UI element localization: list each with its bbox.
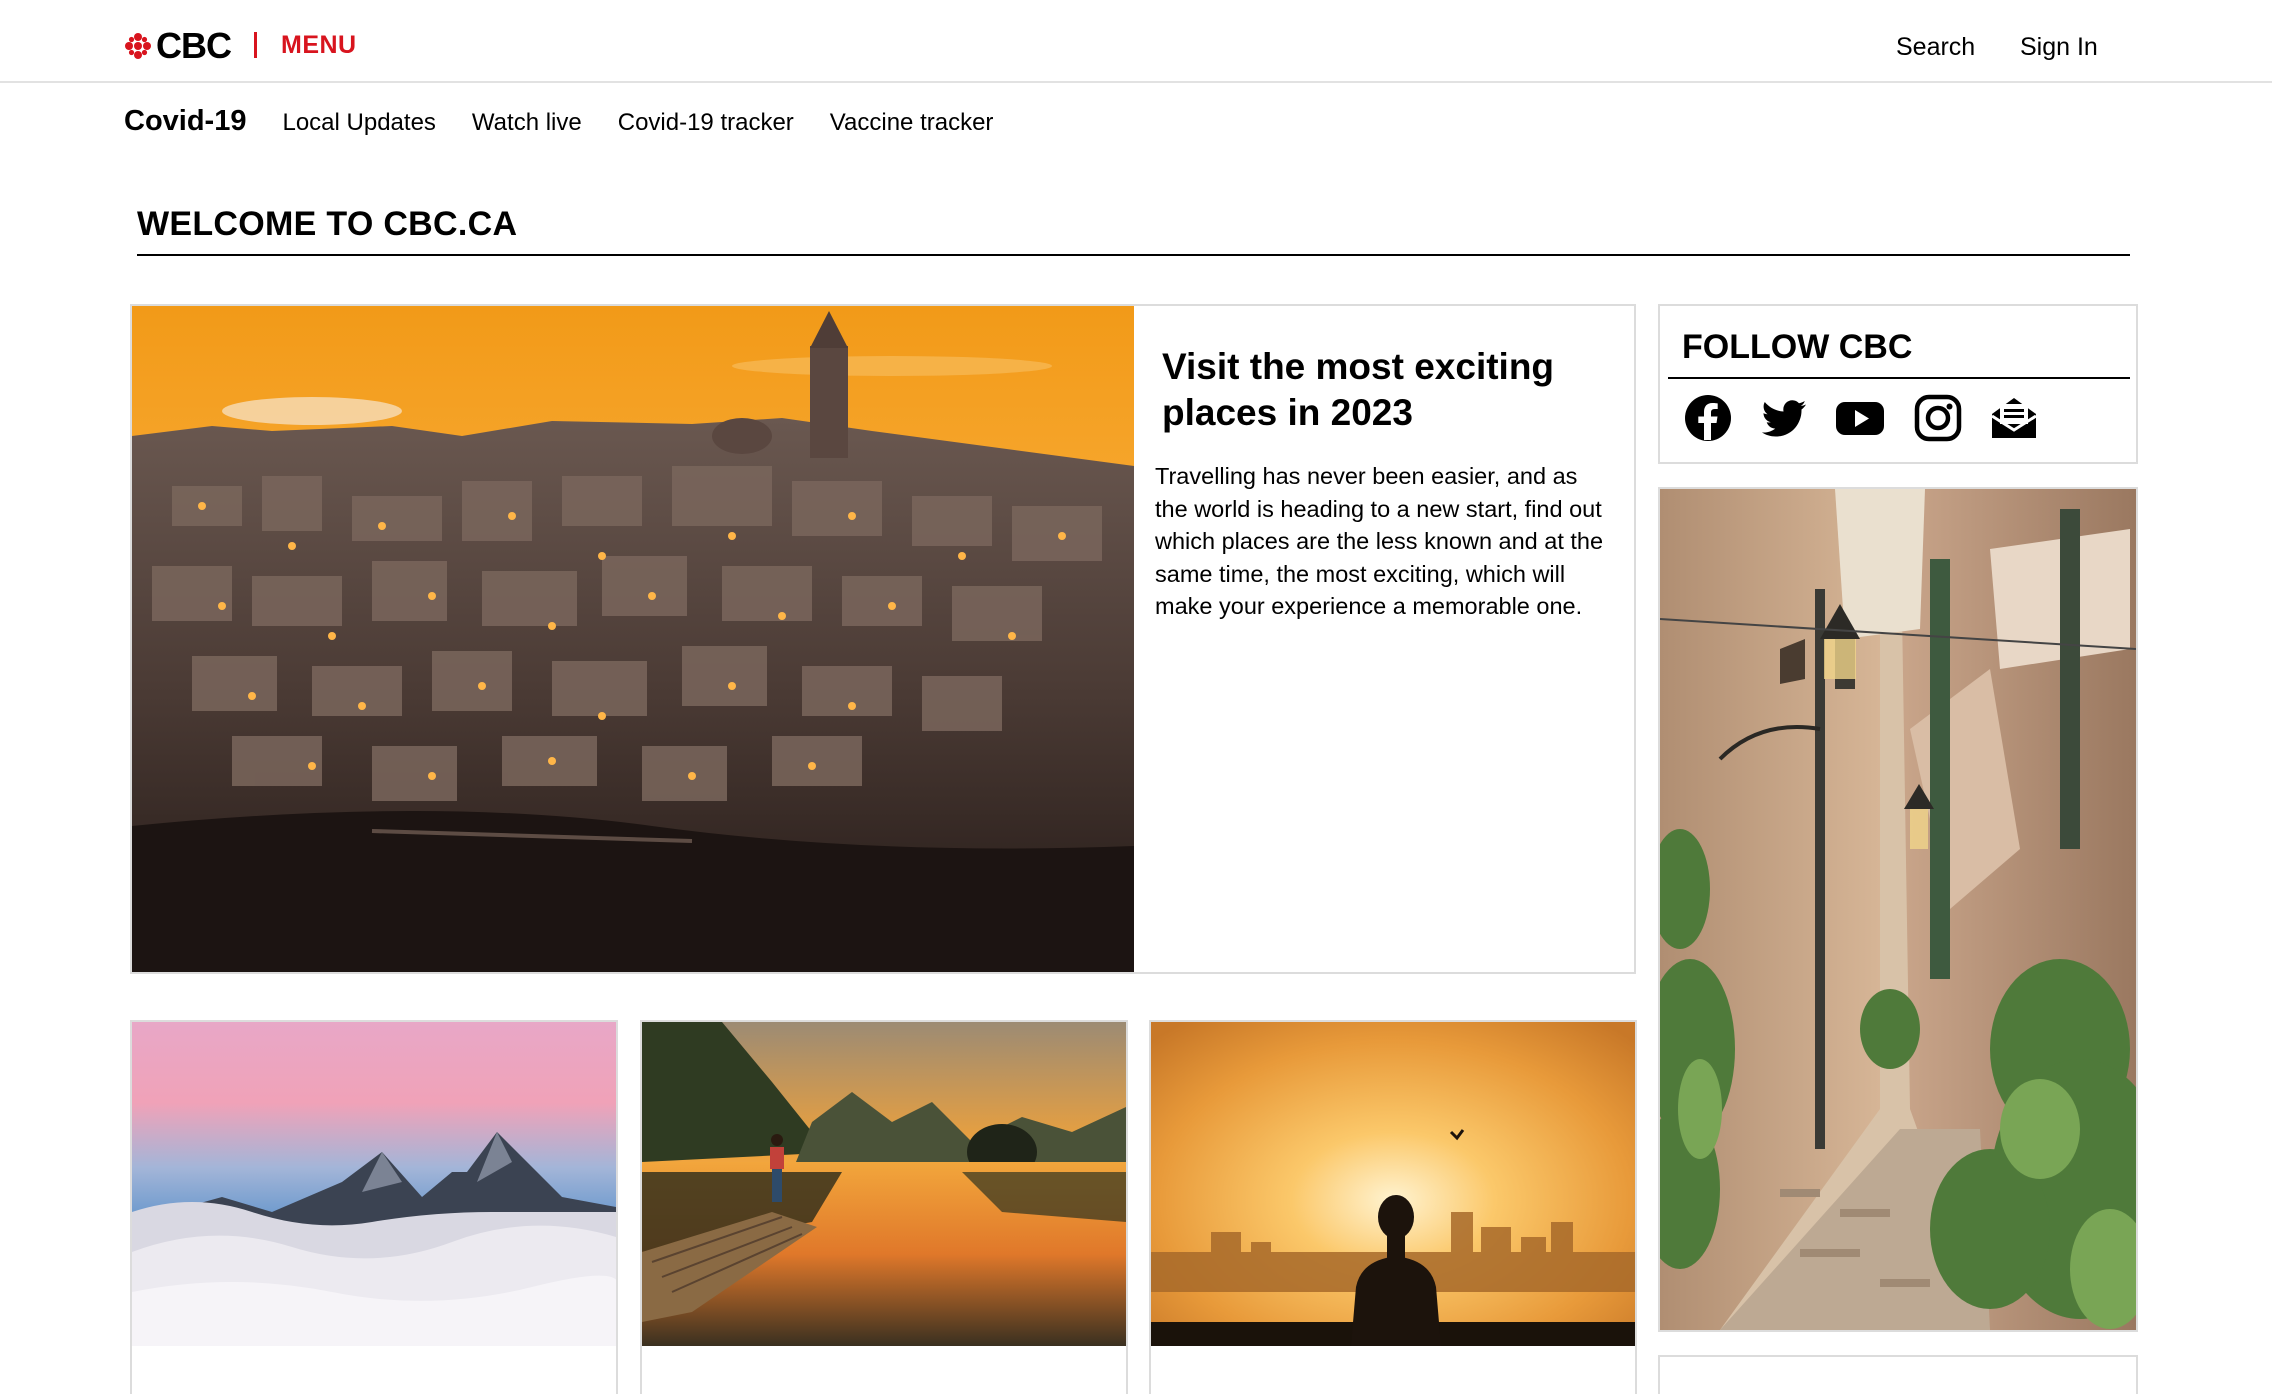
feature-image[interactable] <box>132 306 1134 972</box>
story-card[interactable] <box>640 1020 1128 1394</box>
cbc-gem-icon <box>125 33 151 59</box>
story-card[interactable] <box>1149 1020 1637 1394</box>
twitter-icon[interactable] <box>1758 392 1810 444</box>
raft-sunset-lake-image <box>642 1022 1126 1346</box>
silhouette-city-sunset-image <box>1151 1022 1635 1346</box>
side-feature-image[interactable] <box>1658 487 2138 1332</box>
header-divider <box>254 32 257 58</box>
side-card-partial[interactable] <box>1658 1355 2138 1394</box>
search-link[interactable]: Search <box>1896 33 1975 62</box>
follow-divider <box>1668 377 2130 379</box>
cbc-logo[interactable]: CBC <box>124 25 232 66</box>
menu-button[interactable]: MENU <box>281 31 357 60</box>
heading-divider <box>137 254 2130 256</box>
feature-card[interactable]: Visit the most exciting places in 2023 T… <box>130 304 1636 974</box>
page-title: WELCOME TO CBC.CA <box>137 205 518 243</box>
feature-summary: Travelling has never been easier, and as… <box>1155 463 1604 619</box>
newsletter-icon[interactable] <box>1988 392 2040 444</box>
follow-title: FOLLOW CBC <box>1682 328 1913 366</box>
story-card-image[interactable] <box>642 1022 1126 1346</box>
hilltop-town-sunset-image <box>132 306 1134 972</box>
story-card[interactable] <box>130 1020 618 1394</box>
facebook-icon[interactable] <box>1682 392 1734 444</box>
story-card-image[interactable] <box>1151 1022 1635 1346</box>
story-card-image[interactable] <box>132 1022 616 1346</box>
mountain-clouds-image <box>132 1022 616 1346</box>
subnav-item-vaccine-tracker[interactable]: Vaccine tracker <box>830 109 994 137</box>
youtube-icon[interactable] <box>1834 392 1886 444</box>
subnav-item-watch-live[interactable]: Watch live <box>472 109 582 137</box>
logo-text: CBC <box>156 25 232 66</box>
follow-cbc-box: FOLLOW CBC <box>1658 304 2138 464</box>
sign-in-link[interactable]: Sign In <box>2020 33 2098 62</box>
subnav-item-covid-tracker[interactable]: Covid-19 tracker <box>618 109 794 137</box>
subnav-title[interactable]: Covid-19 <box>124 105 246 138</box>
stone-alley-image <box>1660 489 2136 1330</box>
instagram-icon[interactable] <box>1912 392 1964 444</box>
feature-title[interactable]: Visit the most exciting places in 2023 <box>1162 344 1582 436</box>
top-header: CBC MENU Search Sign In <box>0 0 2272 83</box>
subnav-item-local-updates[interactable]: Local Updates <box>282 109 435 137</box>
covid-subnav: Covid-19 Local Updates Watch live Covid-… <box>124 105 1029 141</box>
